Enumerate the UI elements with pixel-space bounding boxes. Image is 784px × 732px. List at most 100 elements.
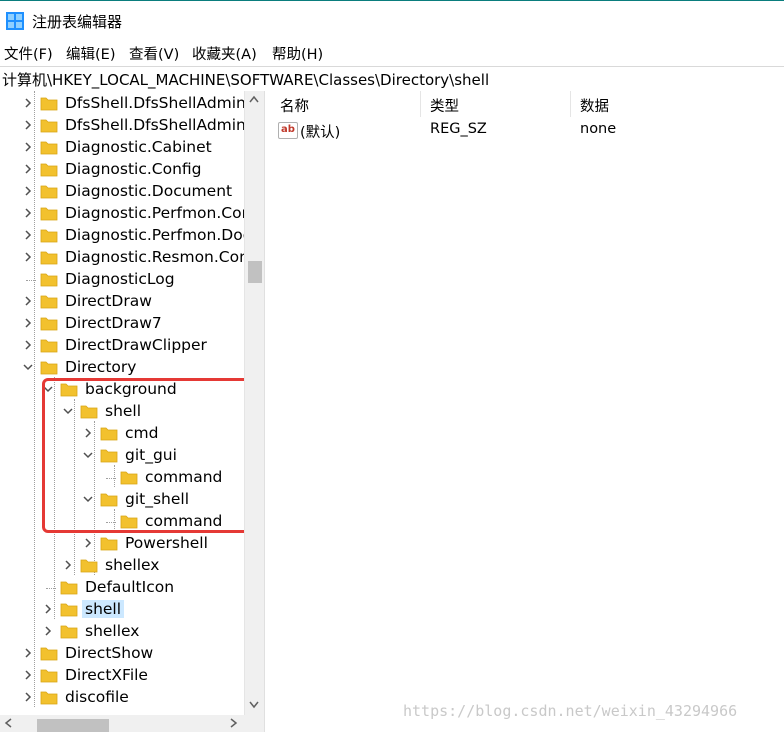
scroll-up-icon[interactable] [249, 95, 259, 103]
chevron-right-icon[interactable] [62, 558, 74, 572]
column-header-type[interactable]: 类型 [430, 95, 459, 116]
tree-node[interactable]: DirectDraw7 [0, 313, 244, 335]
menu-favorites[interactable]: 收藏夹(A) [192, 43, 257, 64]
tree-node[interactable]: Diagnostic.Perfmon.Docu [0, 225, 261, 247]
tree-node[interactable]: Diagnostic.Perfmon.Conf [0, 203, 257, 225]
chevron-right-icon[interactable] [22, 646, 34, 660]
chevron-right-icon[interactable] [22, 228, 34, 242]
folder-icon [60, 625, 78, 639]
folder-icon [40, 207, 58, 221]
folder-icon [40, 339, 58, 353]
red-highlight-box [42, 378, 254, 533]
chevron-right-icon[interactable] [22, 118, 34, 132]
regedit-app-icon [6, 12, 24, 30]
folder-icon [40, 141, 58, 155]
tree-node[interactable]: Diagnostic.Config [0, 159, 244, 181]
tree-connector [26, 280, 36, 281]
chevron-right-icon[interactable] [42, 624, 54, 638]
values-list[interactable]: 名称 类型 数据 ab (默认) REG_SZ none [272, 91, 784, 732]
tree-node[interactable]: DfsShell.DfsShellAdmin.1 [0, 115, 261, 137]
chevron-right-icon[interactable] [22, 250, 34, 264]
tree-node-label: DirectDrawClipper [65, 336, 207, 354]
value-data: none [580, 121, 617, 137]
chevron-right-icon[interactable] [22, 316, 34, 330]
tree-node[interactable]: DirectDrawClipper [0, 335, 244, 357]
tree-node[interactable]: Diagnostic.Cabinet [0, 137, 244, 159]
tree-node-label: DfsShell.DfsShellAdmin.1 [65, 116, 261, 134]
chevron-right-icon[interactable] [22, 184, 34, 198]
column-header-name[interactable]: 名称 [280, 95, 309, 116]
tree-vertical-scroll-thumb[interactable] [248, 261, 262, 283]
folder-icon [40, 647, 58, 661]
tree-node[interactable]: DfsShell.DfsShellAdmin [0, 93, 246, 115]
chevron-right-icon[interactable] [22, 96, 34, 110]
tree-node[interactable]: DirectShow [0, 643, 244, 665]
chevron-right-icon[interactable] [22, 162, 34, 176]
chevron-right-icon[interactable] [22, 690, 34, 704]
column-separator[interactable] [570, 91, 571, 117]
chevron-right-icon[interactable] [82, 536, 94, 550]
tree-node[interactable]: Powershell [0, 533, 244, 555]
menu-edit[interactable]: 编辑(E) [66, 43, 115, 64]
tree-node[interactable]: DefaultIcon [0, 577, 244, 599]
folder-icon [40, 317, 58, 331]
folder-icon [40, 185, 58, 199]
menu-file[interactable]: 文件(F) [4, 43, 53, 64]
folder-icon [100, 537, 118, 551]
value-type: REG_SZ [430, 121, 487, 137]
column-separator[interactable] [420, 91, 421, 117]
folder-icon [40, 119, 58, 133]
tree-node-label: Diagnostic.Document [65, 182, 233, 200]
tree-node[interactable]: shellex [0, 555, 244, 577]
scroll-right-icon[interactable] [230, 718, 238, 728]
tree-node-label: shellex [105, 556, 160, 574]
tree-node[interactable]: Diagnostic.Resmon.Conf [0, 247, 254, 269]
tree-node[interactable]: discofile [0, 687, 244, 709]
chevron-right-icon[interactable] [22, 668, 34, 682]
tree-node[interactable]: DirectDraw [0, 291, 244, 313]
tree-node-label: Powershell [125, 534, 208, 552]
chevron-right-icon[interactable] [22, 206, 34, 220]
menu-help[interactable]: 帮助(H) [272, 43, 323, 64]
tree-vertical-scrollbar[interactable] [244, 91, 265, 715]
chevron-right-icon[interactable] [22, 338, 34, 352]
tree-node[interactable]: DiagnosticLog [0, 269, 244, 291]
address-path[interactable]: 计算机\HKEY_LOCAL_MACHINE\SOFTWARE\Classes\… [2, 69, 489, 90]
tree-node-label: Diagnostic.Perfmon.Conf [65, 204, 257, 222]
chevron-right-icon[interactable] [22, 294, 34, 308]
chevron-right-icon[interactable] [22, 140, 34, 154]
tree-node[interactable]: shell [0, 599, 244, 621]
menu-view[interactable]: 查看(V) [129, 43, 179, 64]
tree-node-label: DirectDraw [65, 292, 152, 310]
folder-icon [40, 229, 58, 243]
tree-node-label: Diagnostic.Config [65, 160, 202, 178]
tree-node-label: Directory [65, 358, 137, 376]
tree-node[interactable]: Diagnostic.Document [0, 181, 244, 203]
tree-connector [46, 588, 56, 589]
tree-node[interactable]: DirectXFile [0, 665, 244, 687]
folder-icon [40, 361, 58, 375]
list-row[interactable]: ab (默认) REG_SZ none [272, 119, 784, 141]
folder-icon [40, 691, 58, 705]
column-header-data[interactable]: 数据 [580, 95, 609, 116]
tree-node-label: Diagnostic.Cabinet [65, 138, 212, 156]
tree-horizontal-scroll-thumb[interactable] [37, 719, 109, 732]
folder-icon [40, 163, 58, 177]
address-bar[interactable]: 计算机\HKEY_LOCAL_MACHINE\SOFTWARE\Classes\… [0, 66, 784, 92]
scroll-left-icon[interactable] [4, 718, 12, 728]
chevron-right-icon[interactable] [42, 602, 54, 616]
tree-node-label: shellex [85, 622, 140, 640]
tree-node-label: DirectDraw7 [65, 314, 162, 332]
folder-icon [40, 273, 58, 287]
tree-node-label: DirectXFile [65, 666, 148, 684]
tree-node-label: Diagnostic.Perfmon.Docu [65, 226, 262, 244]
folder-icon [80, 559, 98, 573]
scroll-down-icon[interactable] [249, 701, 259, 709]
folder-icon [40, 251, 58, 265]
menu-bar: 文件(F) 编辑(E) 查看(V) 收藏夹(A) 帮助(H) [0, 40, 784, 66]
tree-node[interactable]: shellex [0, 621, 244, 643]
chevron-down-icon[interactable] [22, 360, 34, 374]
value-name: (默认) [300, 125, 341, 141]
tree-node-label: DiagnosticLog [65, 270, 175, 288]
tree-node[interactable]: Directory [0, 357, 244, 379]
